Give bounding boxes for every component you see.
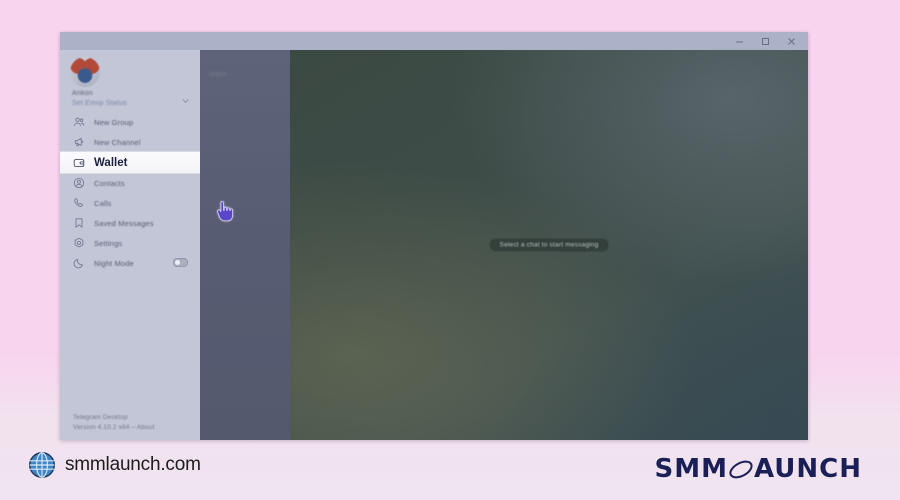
gear-icon	[74, 237, 84, 248]
sidebar-footer: Telegram Desktop Version 4.10.2 x64 – Ab…	[73, 413, 155, 433]
sidebar-item-label: New Channel	[94, 137, 141, 147]
telegram-window: Ankon Set Emoji Status New Group New Cha…	[60, 32, 808, 440]
sidebar-item-label: Contacts	[94, 178, 125, 188]
sidebar-item-list: New Group New Channel Wallet Contacts Ca…	[60, 112, 200, 273]
sidebar-item-label: Saved Messages	[94, 218, 154, 228]
sidebar-item-label: Calls	[94, 198, 112, 208]
globe-icon	[29, 452, 55, 478]
profile-name: Ankon	[72, 90, 93, 97]
moon-icon	[73, 258, 83, 269]
sidebar-item-night-mode[interactable]: Night Mode	[60, 253, 200, 273]
sidebar-item-settings[interactable]: Settings	[60, 233, 200, 253]
maximize-icon[interactable]	[752, 32, 778, 50]
sidebar-item-label: Settings	[94, 238, 123, 248]
window-titlebar	[60, 32, 808, 50]
sidebar-item-wallet[interactable]: Wallet	[60, 152, 200, 173]
wallet-icon	[73, 158, 85, 167]
site-url-label: smmlaunch.com	[65, 454, 201, 475]
version-label[interactable]: Version 4.10.2 x64 – About	[73, 423, 155, 433]
sidebar-item-new-group[interactable]: New Group	[60, 112, 200, 132]
sidebar-item-new-channel[interactable]: New Channel	[60, 132, 200, 152]
sidebar-item-label: Wallet	[94, 156, 128, 169]
logo-text-right: AUNCH	[753, 454, 862, 484]
sidebar-item-label: New Group	[94, 117, 134, 127]
logo-orbit-l-icon	[729, 460, 753, 479]
close-icon[interactable]	[778, 32, 804, 50]
search-input[interactable]: Search	[208, 72, 227, 78]
window-controls	[726, 32, 804, 50]
app-name-label: Telegram Desktop	[73, 413, 128, 421]
empty-state-message: Select a chat to start messaging	[489, 238, 609, 252]
sidebar-item-saved-messages[interactable]: Saved Messages	[60, 213, 200, 233]
bookmark-icon	[75, 218, 83, 228]
sidebar-item-calls[interactable]: Calls	[60, 193, 200, 213]
avatar[interactable]	[70, 57, 100, 87]
chat-list-panel[interactable]: Search	[200, 50, 290, 440]
pointing-hand-cursor	[217, 201, 233, 222]
contact-icon	[73, 177, 85, 189]
logo-text-left: SMM	[654, 454, 728, 484]
phone-icon	[74, 198, 83, 207]
site-branding: smmlaunch.com	[28, 451, 201, 479]
smmlaunch-logo: SMM AUNCH	[654, 454, 862, 484]
megaphone-icon	[74, 137, 84, 147]
chat-area: Select a chat to start messaging	[290, 50, 808, 440]
page-background: Ankon Set Emoji Status New Group New Cha…	[0, 0, 900, 500]
chevron-down-icon[interactable]	[181, 96, 190, 105]
profile-status[interactable]: Set Emoji Status	[72, 100, 127, 107]
minimize-icon[interactable]	[726, 32, 752, 50]
sidebar-menu: Ankon Set Emoji Status New Group New Cha…	[60, 50, 200, 440]
people-icon	[74, 117, 85, 126]
profile-header[interactable]: Ankon Set Emoji Status	[60, 50, 200, 115]
sidebar-item-contacts[interactable]: Contacts	[60, 173, 200, 193]
sidebar-item-label: Night Mode	[94, 258, 134, 268]
night-mode-toggle[interactable]	[173, 258, 188, 267]
